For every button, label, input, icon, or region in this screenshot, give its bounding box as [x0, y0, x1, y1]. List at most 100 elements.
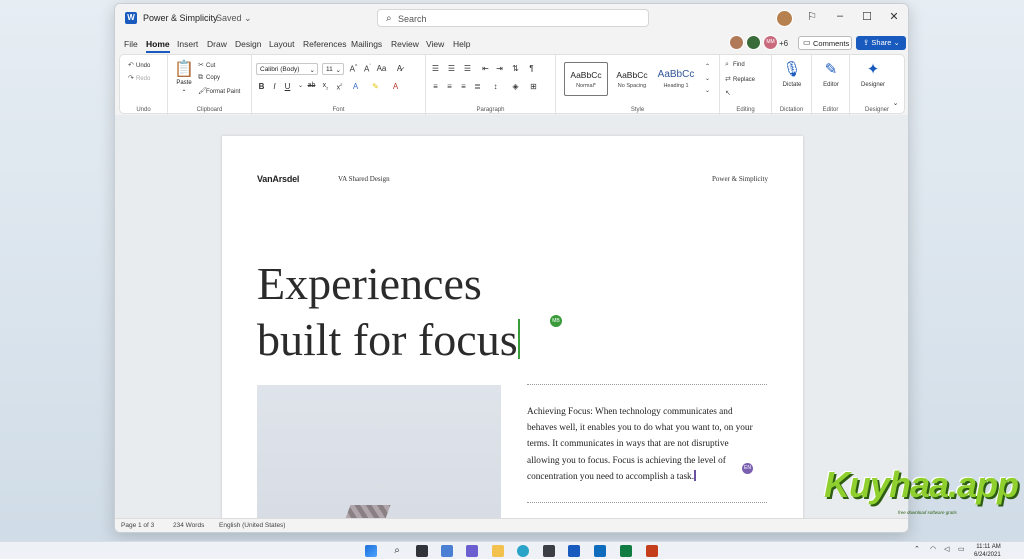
clear-formatting-icon[interactable]: A̷	[394, 64, 405, 73]
undo-button[interactable]: ↶ Undo	[128, 61, 150, 69]
widgets-icon[interactable]	[441, 545, 453, 557]
search-icon[interactable]: ⌕	[391, 545, 403, 557]
tab-review[interactable]: Review	[391, 39, 419, 49]
maximize-button[interactable]: ☐	[859, 10, 875, 23]
document-image[interactable]	[257, 385, 501, 526]
show-marks-icon[interactable]: ¶	[526, 64, 537, 73]
paste-button[interactable]: 📋 Paste ⌄	[173, 59, 195, 93]
document-page[interactable]: VanArsdel VA Shared Design Power & Simpl…	[222, 136, 803, 526]
styles-scroll-up[interactable]: ⌃	[702, 63, 713, 70]
close-button[interactable]: ✕	[886, 10, 902, 23]
word-count[interactable]: 234 Words	[173, 522, 204, 529]
tab-file[interactable]: File	[124, 39, 138, 49]
tab-design[interactable]: Design	[235, 39, 261, 49]
sort-icon[interactable]: ⇅	[510, 64, 521, 73]
italic-button[interactable]: I	[269, 82, 280, 91]
designer-button[interactable]: ✦ Designer	[855, 60, 891, 88]
more-collaborators[interactable]: +6	[779, 39, 788, 48]
page-count[interactable]: Page 1 of 3	[121, 522, 154, 529]
edge-icon[interactable]	[517, 545, 529, 557]
dictate-button[interactable]: 🎙 Dictate	[774, 60, 810, 88]
minimize-button[interactable]: –	[832, 10, 848, 22]
increase-indent-icon[interactable]: ⇥	[494, 64, 505, 73]
shrink-font-button[interactable]: Aˇ	[362, 64, 373, 74]
font-size-select[interactable]: 11 ⌄	[322, 63, 344, 75]
style-heading-1[interactable]: AaBbCc Heading 1	[654, 62, 698, 96]
font-family-select[interactable]: Calibri (Body) ⌄	[256, 63, 318, 75]
copy-button[interactable]: ⧉ Copy	[198, 74, 220, 82]
collaborator-avatar[interactable]: MM	[763, 35, 778, 50]
tab-view[interactable]: View	[426, 39, 444, 49]
align-right-icon[interactable]: ≡	[458, 82, 469, 91]
styles-expand[interactable]: ⌄	[702, 87, 713, 94]
editor-button[interactable]: ✎ Editor	[813, 60, 849, 88]
select-button[interactable]: ↖	[725, 89, 733, 97]
headline[interactable]: Experiences built for focus	[257, 256, 520, 368]
borders-icon[interactable]: ⊞	[528, 82, 539, 91]
battery-icon[interactable]: ▭	[958, 545, 965, 553]
font-color-icon[interactable]: A	[390, 82, 401, 91]
highlight-icon[interactable]: ✎	[370, 82, 381, 91]
tab-draw[interactable]: Draw	[207, 39, 227, 49]
tab-mailings[interactable]: Mailings	[351, 39, 382, 49]
redo-button[interactable]: ↷ Redo	[128, 74, 150, 82]
superscript-button[interactable]: x2	[334, 82, 345, 91]
text-effects-icon[interactable]: A	[350, 82, 361, 91]
style-normal[interactable]: AaBbCc Normal*	[564, 62, 608, 96]
wifi-icon[interactable]: ◠	[930, 545, 936, 553]
file-explorer-icon[interactable]	[492, 545, 504, 557]
format-painter-button[interactable]: 🖌Format Paint	[198, 87, 240, 95]
start-icon[interactable]	[365, 545, 377, 557]
numbering-icon[interactable]: ☰	[446, 64, 457, 73]
word-taskbar-icon[interactable]	[568, 545, 580, 557]
decrease-indent-icon[interactable]: ⇤	[480, 64, 491, 73]
align-center-icon[interactable]: ≡	[444, 82, 455, 91]
subscript-button[interactable]: x2	[320, 82, 331, 90]
taskbar-clock[interactable]: 11:11 AM 6/24/2021	[974, 543, 1001, 559]
cut-button[interactable]: ✂ Cut	[198, 61, 215, 69]
language-indicator[interactable]: English (United States)	[219, 522, 285, 529]
tab-insert[interactable]: Insert	[177, 39, 198, 49]
store-icon[interactable]	[543, 545, 555, 557]
tab-home[interactable]: Home	[146, 39, 170, 53]
tab-help[interactable]: Help	[453, 39, 470, 49]
search-icon: ⌕	[386, 13, 392, 24]
powerpoint-icon[interactable]	[646, 545, 658, 557]
document-title[interactable]: Power & Simplicity	[143, 13, 218, 23]
outlook-icon[interactable]	[594, 545, 606, 557]
line-spacing-icon[interactable]: ↕	[490, 82, 501, 91]
body-paragraph[interactable]: Achieving Focus: When technology communi…	[527, 404, 759, 485]
underline-button[interactable]: U	[282, 82, 293, 91]
tab-layout[interactable]: Layout	[269, 39, 295, 49]
find-button[interactable]: ⌕ Find	[725, 61, 745, 69]
tray-chevron-icon[interactable]: ⌃	[914, 545, 920, 553]
bullets-icon[interactable]: ☰	[430, 64, 441, 73]
replace-button[interactable]: ⇄ Replace	[725, 75, 755, 83]
document-canvas[interactable]: VanArsdel VA Shared Design Power & Simpl…	[115, 115, 908, 526]
search-box[interactable]: ⌕ Search	[377, 9, 649, 27]
share-button[interactable]: ⇪ Share ⌄	[856, 36, 906, 50]
tab-references[interactable]: References	[303, 39, 346, 49]
collapse-ribbon-icon[interactable]: ⌄	[890, 99, 901, 107]
saved-status[interactable]: Saved ⌄	[216, 13, 252, 24]
collaborator-avatar[interactable]	[729, 35, 744, 50]
excel-icon[interactable]	[620, 545, 632, 557]
collaborator-avatar[interactable]	[746, 35, 761, 50]
change-case-button[interactable]: Aa	[376, 64, 387, 73]
account-avatar[interactable]	[776, 10, 793, 27]
grow-font-button[interactable]: A^	[348, 64, 359, 74]
volume-icon[interactable]: ◁	[944, 545, 949, 553]
comments-button[interactable]: ▭ Comments	[798, 36, 852, 50]
strikethrough-button[interactable]: ab	[306, 82, 317, 89]
styles-scroll-down[interactable]: ⌄	[702, 75, 713, 82]
chevron-down-icon[interactable]: ⌄	[295, 82, 306, 89]
style-no-spacing[interactable]: AaBbCc No Spacing	[610, 62, 654, 96]
shading-icon[interactable]: ◈	[510, 82, 521, 91]
multilevel-list-icon[interactable]: ☰	[462, 64, 473, 73]
task-view-icon[interactable]	[416, 545, 428, 557]
bold-button[interactable]: B	[256, 82, 267, 91]
teams-icon[interactable]	[466, 545, 478, 557]
align-left-icon[interactable]: ≡	[430, 82, 441, 91]
justify-icon[interactable]: ≣	[472, 82, 483, 91]
feedback-icon[interactable]: ⚐	[804, 10, 820, 23]
